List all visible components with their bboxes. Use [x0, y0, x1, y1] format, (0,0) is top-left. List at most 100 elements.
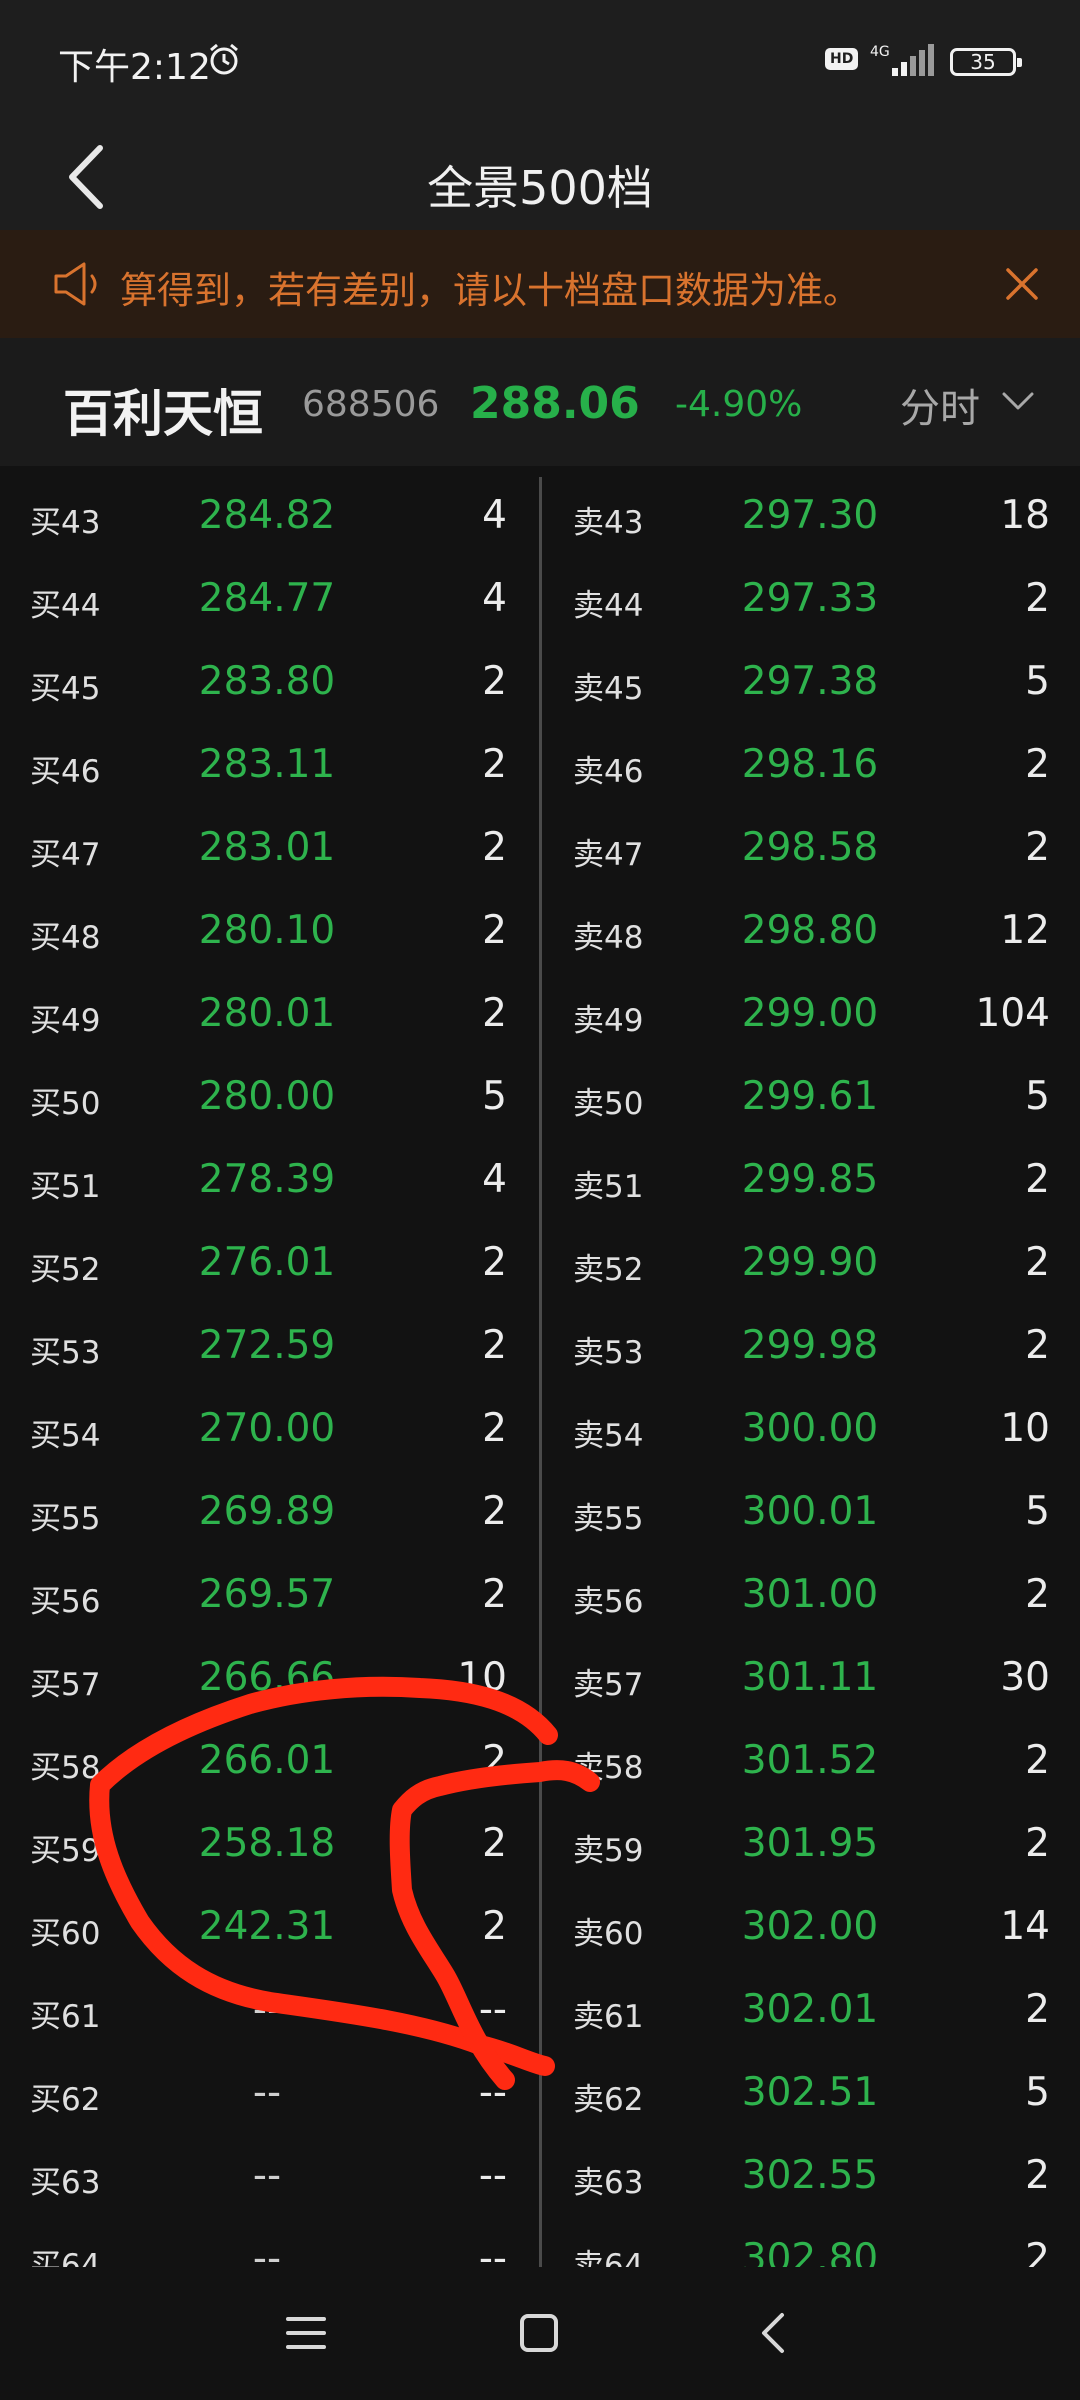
sell-order-row[interactable]: 卖63 302.55 2 [540, 2137, 1080, 2220]
home-square-icon[interactable] [509, 2303, 569, 2363]
buy-order-row[interactable]: 买48 280.10 2 [0, 892, 540, 975]
sell-volume: 2 [1025, 1821, 1050, 1866]
buy-level-label: 买63 [30, 2165, 101, 2201]
buy-order-row[interactable]: 买53 272.59 2 [0, 1307, 540, 1390]
buy-level-label: 买55 [30, 1501, 101, 1537]
buy-price: 283.80 [198, 659, 336, 704]
status-time: 下午2:12 [58, 47, 211, 88]
menu-icon[interactable] [276, 2303, 336, 2363]
buy-order-row[interactable]: 买59 258.18 2 [0, 1805, 540, 1888]
nav-bar: 全景500档 [0, 120, 1080, 230]
buy-order-row[interactable]: 买49 280.01 2 [0, 975, 540, 1058]
sell-order-row[interactable]: 卖44 297.33 2 [540, 560, 1080, 643]
back-triangle-icon[interactable] [744, 2303, 804, 2363]
buy-order-row[interactable]: 买56 269.57 2 [0, 1556, 540, 1639]
sell-volume: 2 [1025, 576, 1050, 621]
buy-order-row[interactable]: 买63 -- -- [0, 2137, 540, 2220]
sell-order-row[interactable]: 卖46 298.16 2 [540, 726, 1080, 809]
chevron-down-icon[interactable] [1000, 386, 1036, 416]
buy-volume: 5 [482, 1074, 507, 1119]
buy-order-row[interactable]: 买46 283.11 2 [0, 726, 540, 809]
sell-price: 302.55 [741, 2153, 879, 2198]
sell-level-label: 卖52 [573, 1252, 644, 1288]
buy-order-row[interactable]: 买60 242.31 2 [0, 1888, 540, 1971]
buy-price: 284.77 [198, 576, 336, 621]
buy-order-row[interactable]: 买43 284.82 4 [0, 477, 540, 560]
sell-price: 301.11 [741, 1655, 879, 1700]
buy-volume: 2 [482, 1738, 507, 1783]
sell-volume: 2 [1025, 1572, 1050, 1617]
buy-level-label: 买47 [30, 837, 101, 873]
buy-order-row[interactable]: 买44 284.77 4 [0, 560, 540, 643]
sell-level-label: 卖55 [573, 1501, 644, 1537]
period-selector[interactable]: 分时 [900, 376, 980, 434]
buy-volume: 10 [457, 1655, 507, 1700]
sell-order-row[interactable]: 卖56 301.00 2 [540, 1556, 1080, 1639]
sell-level-label: 卖61 [573, 1999, 644, 2035]
sell-price: 301.95 [741, 1821, 879, 1866]
buy-volume: 2 [482, 1572, 507, 1617]
buy-volume: 2 [482, 1406, 507, 1451]
stock-header: 百利天恒 688506 288.06 -4.90% 分时 [0, 338, 1080, 466]
buy-level-label: 买54 [30, 1418, 101, 1454]
buy-order-row[interactable]: 买55 269.89 2 [0, 1473, 540, 1556]
sell-level-label: 卖46 [573, 754, 644, 790]
buy-level-label: 买48 [30, 920, 101, 956]
sell-price: 302.01 [741, 1987, 879, 2032]
buy-order-row[interactable]: 买51 278.39 4 [0, 1141, 540, 1224]
buy-price: 269.57 [198, 1572, 336, 1617]
buy-order-row[interactable]: 买52 276.01 2 [0, 1224, 540, 1307]
sell-level-label: 卖56 [573, 1584, 644, 1620]
sell-order-row[interactable]: 卖61 302.01 2 [540, 1971, 1080, 2054]
sell-order-row[interactable]: 卖58 301.52 2 [540, 1722, 1080, 1805]
sell-order-row[interactable]: 卖54 300.00 10 [540, 1390, 1080, 1473]
sell-order-row[interactable]: 卖62 302.51 5 [540, 2054, 1080, 2137]
sell-order-row[interactable]: 卖53 299.98 2 [540, 1307, 1080, 1390]
sell-price: 297.30 [741, 493, 879, 538]
sell-volume: 10 [1000, 1406, 1050, 1451]
buy-order-row[interactable]: 买57 266.66 10 [0, 1639, 540, 1722]
buy-order-row[interactable]: 买54 270.00 2 [0, 1390, 540, 1473]
buy-order-row[interactable]: 买47 283.01 2 [0, 809, 540, 892]
system-nav-bar [0, 2267, 1080, 2400]
sell-order-row[interactable]: 卖55 300.01 5 [540, 1473, 1080, 1556]
buy-price: 258.18 [198, 1821, 336, 1866]
sell-volume: 5 [1025, 1074, 1050, 1119]
buy-price: 242.31 [198, 1904, 336, 1949]
sell-order-row[interactable]: 卖57 301.11 30 [540, 1639, 1080, 1722]
buy-order-row[interactable]: 买58 266.01 2 [0, 1722, 540, 1805]
sell-level-label: 卖62 [573, 2082, 644, 2118]
sell-level-label: 卖50 [573, 1086, 644, 1122]
speaker-icon [54, 262, 97, 306]
sell-order-row[interactable]: 卖51 299.85 2 [540, 1141, 1080, 1224]
close-icon[interactable] [998, 260, 1046, 308]
buy-price: 283.11 [198, 742, 336, 787]
sell-price: 299.98 [741, 1323, 879, 1368]
buy-order-row[interactable]: 买50 280.00 5 [0, 1058, 540, 1141]
buy-level-label: 买50 [30, 1086, 101, 1122]
sell-volume: 104 [975, 991, 1050, 1036]
buy-price: 278.39 [198, 1157, 336, 1202]
buy-order-row[interactable]: 买45 283.80 2 [0, 643, 540, 726]
sell-order-row[interactable]: 卖47 298.58 2 [540, 809, 1080, 892]
buy-level-label: 买61 [30, 1999, 101, 2035]
sell-order-row[interactable]: 卖52 299.90 2 [540, 1224, 1080, 1307]
sell-order-row[interactable]: 卖48 298.80 12 [540, 892, 1080, 975]
buy-level-label: 买62 [30, 2082, 101, 2118]
buy-level-label: 买51 [30, 1169, 101, 1205]
sell-order-row[interactable]: 卖50 299.61 5 [540, 1058, 1080, 1141]
sell-order-row[interactable]: 卖59 301.95 2 [540, 1805, 1080, 1888]
buy-order-row[interactable]: 买61 -- -- [0, 1971, 540, 2054]
sell-order-row[interactable]: 卖43 297.30 18 [540, 477, 1080, 560]
sell-volume: 2 [1025, 1240, 1050, 1285]
sell-price: 301.52 [741, 1738, 879, 1783]
order-book[interactable]: 买43 284.82 4 买44 284.77 4 买45 283.80 2 买46 283.11 2… [0, 477, 1080, 2284]
sell-order-row[interactable]: 卖60 302.00 14 [540, 1888, 1080, 1971]
buy-order-row[interactable]: 买62 -- -- [0, 2054, 540, 2137]
buy-price: 283.01 [198, 825, 336, 870]
svg-text:4G: 4G [870, 44, 890, 60]
sell-order-row[interactable]: 卖45 297.38 5 [540, 643, 1080, 726]
sell-order-row[interactable]: 卖49 299.00 104 [540, 975, 1080, 1058]
buy-level-label: 买52 [30, 1252, 101, 1288]
sell-volume: 2 [1025, 1323, 1050, 1368]
